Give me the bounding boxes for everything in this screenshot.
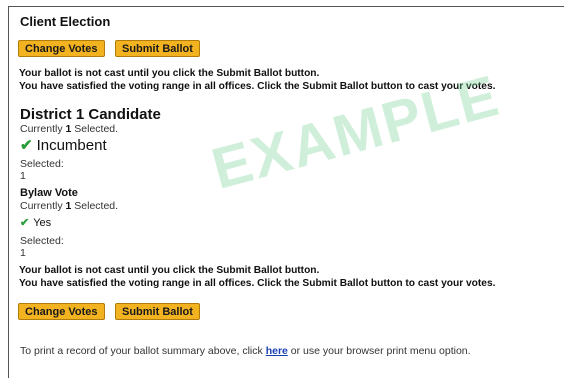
change-votes-button[interactable]: Change Votes (18, 40, 105, 57)
notice-line-2-bottom: You have satisfied the voting range in a… (19, 278, 496, 289)
office-1-choice: ✔ Incumbent (20, 137, 107, 154)
print-instructions: To print a record of your ballot summary… (20, 345, 471, 357)
office-2-selected-value: 1 (20, 247, 26, 259)
office-1-selected-value: 1 (20, 170, 26, 182)
ballot-frame (8, 6, 564, 378)
notice-line-1-bottom: Your ballot is not cast until you click … (19, 265, 320, 276)
office-1-currently-selected: Currently 1 Selected. (20, 123, 119, 135)
page-title: Client Election (20, 14, 111, 29)
office-2-choice: ✔ Yes (20, 217, 52, 229)
office-1-selected-label: Selected: (20, 158, 64, 170)
office-2-selected-label: Selected: (20, 235, 64, 247)
check-icon: ✔ (20, 217, 30, 229)
print-here-link[interactable]: here (266, 345, 288, 357)
office-2-currently-selected: Currently 1 Selected. (20, 200, 119, 212)
submit-ballot-button[interactable]: Submit Ballot (115, 40, 200, 57)
office-title-district-1: District 1 Candidate (20, 106, 161, 123)
notice-line-1: Your ballot is not cast until you click … (19, 68, 320, 79)
office-title-bylaw-vote: Bylaw Vote (20, 187, 78, 199)
notice-line-2: You have satisfied the voting range in a… (19, 81, 496, 92)
submit-ballot-button-bottom[interactable]: Submit Ballot (115, 303, 200, 320)
check-icon: ✔ (20, 137, 33, 154)
change-votes-button-bottom[interactable]: Change Votes (18, 303, 105, 320)
